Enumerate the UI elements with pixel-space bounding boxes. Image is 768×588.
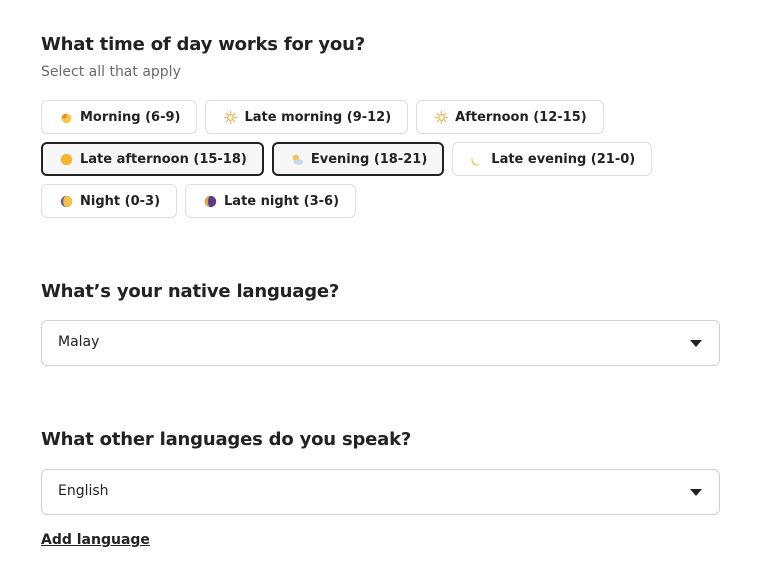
option-late-afternoon[interactable]: Late afternoon (15-18) [41,142,264,176]
sunrise-icon [61,112,72,123]
chevron-down-icon [690,489,702,496]
other-language-select[interactable]: English [41,469,720,515]
time-of-day-heading: What time of day works for you? [41,34,365,55]
sun-icon [435,110,449,124]
option-late-evening[interactable]: Late evening (21-0) [452,142,653,176]
option-label: Evening (18-21) [310,151,428,167]
option-late-night[interactable]: Late night (3-6) [185,184,357,218]
chevron-down-icon [690,340,702,347]
sun-behind-cloud-icon [292,154,304,165]
crescent-moon-icon [471,155,482,166]
option-label: Night (0-3) [80,193,161,209]
sun-full-icon [60,153,73,165]
option-label: Late afternoon (15-18) [80,151,247,167]
option-label: Afternoon (12-15) [455,109,587,125]
option-label: Late morning (9-12) [244,109,392,125]
native-language-value: Malay [58,334,100,350]
option-night[interactable]: Night (0-3) [41,184,178,218]
time-of-day-options: Morning (6-9) Late morning (9-12) Aftern… [41,100,731,218]
option-evening[interactable]: Evening (18-21) [271,142,445,176]
native-language-select[interactable]: Malay [41,320,720,366]
option-afternoon[interactable]: Afternoon (12-15) [416,100,604,134]
time-of-day-subtitle: Select all that apply [41,64,181,80]
other-languages-heading: What other languages do you speak? [41,429,412,450]
other-language-value: English [58,483,109,499]
option-label: Late night (3-6) [224,193,340,209]
native-language-heading: What’s your native language? [41,281,340,302]
waning-moon-icon [60,195,73,207]
option-late-morning[interactable]: Late morning (9-12) [205,100,409,134]
sun-icon [224,110,238,124]
option-label: Morning (6-9) [80,109,181,125]
option-morning[interactable]: Morning (6-9) [41,100,198,134]
option-label: Late evening (21-0) [491,151,636,167]
add-language-link[interactable]: Add language [41,532,150,548]
new-moon-icon [204,195,217,207]
